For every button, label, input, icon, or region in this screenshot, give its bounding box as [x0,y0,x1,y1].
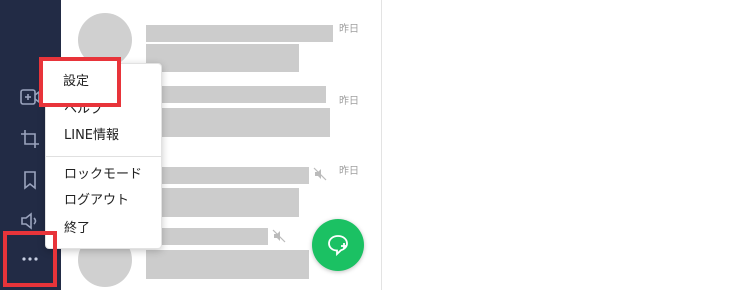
menu-item-quit[interactable]: 終了 [46,217,161,241]
chat-preview-placeholder [146,250,309,279]
chat-preview-placeholder [146,44,299,72]
menu-divider [46,156,161,157]
more-menu: 設定 ヘルプ LINE情報 ロックモード ログアウト 終了 [45,63,162,249]
chat-preview-placeholder [146,188,299,217]
chat-preview-placeholder [146,108,330,137]
menu-item-line-info[interactable]: LINE情報 [46,124,161,148]
chat-name-placeholder [146,228,268,245]
chat-name-placeholder [146,86,326,103]
chat-time: 昨日 [339,166,359,177]
chat-time: 昨日 [339,24,359,35]
chat-content-pane [382,0,756,290]
new-chat-button[interactable] [312,219,364,271]
new-chat-icon [328,235,348,257]
bookmark-icon[interactable] [19,169,41,191]
menu-item-logout[interactable]: ログアウト [46,189,161,213]
chat-time: 昨日 [339,96,359,107]
speaker-icon[interactable] [19,210,41,232]
chat-name-placeholder [146,25,333,42]
menu-item-lock-mode[interactable]: ロックモード [46,163,161,187]
mute-icon [272,229,286,243]
more-icon[interactable] [19,248,41,270]
menu-item-help[interactable]: ヘルプ [46,98,161,122]
avatar [78,13,132,67]
add-chat-icon[interactable] [19,86,41,108]
menu-item-settings[interactable]: 設定 [46,72,161,96]
crop-icon[interactable] [19,128,41,150]
mute-icon [313,167,327,181]
chat-name-placeholder [146,167,309,184]
